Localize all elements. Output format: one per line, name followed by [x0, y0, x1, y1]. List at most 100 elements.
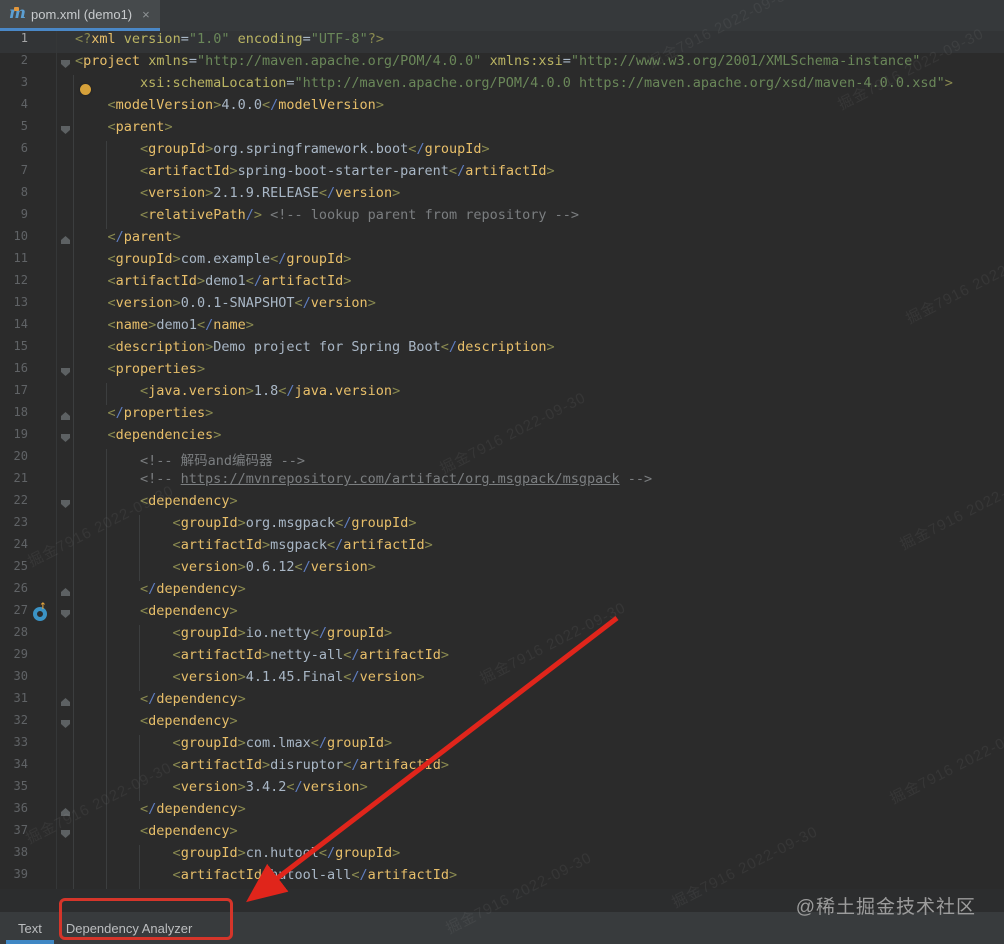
- line-number: 25: [13, 559, 28, 573]
- gutter-icon-space: [28, 823, 56, 845]
- code-line[interactable]: 13 <version>0.0.1-SNAPSHOT</version>: [0, 295, 1004, 317]
- line-number: 14: [13, 317, 28, 331]
- code-line[interactable]: 15 <description>Demo project for Spring …: [0, 339, 1004, 361]
- indent-guide: [139, 735, 140, 801]
- fold-collapse-icon[interactable]: [56, 361, 74, 383]
- line-number: 35: [13, 779, 28, 793]
- code-line[interactable]: 4 <modelVersion>4.0.0</modelVersion>: [0, 97, 1004, 119]
- line-number: 23: [13, 515, 28, 529]
- code-line[interactable]: 35 <version>3.4.2</version>: [0, 779, 1004, 801]
- code-text: <version>4.1.45.Final</version>: [172, 669, 425, 685]
- code-line[interactable]: 28 <groupId>io.netty</groupId>: [0, 625, 1004, 647]
- fold-expand-icon[interactable]: [56, 801, 74, 823]
- gutter-fold-space: [56, 669, 74, 691]
- code-line[interactable]: 1 <?xml version="1.0" encoding="UTF-8"?>: [0, 31, 1004, 53]
- code-text: <artifactId>demo1</artifactId>: [107, 273, 352, 289]
- fold-expand-icon[interactable]: [56, 405, 74, 427]
- fold-expand-icon[interactable]: [56, 229, 74, 251]
- line-number: 34: [13, 757, 28, 771]
- dependency-update-icon[interactable]: ↑: [28, 602, 56, 625]
- fold-collapse-icon[interactable]: [56, 823, 74, 845]
- fold-collapse-icon[interactable]: [56, 119, 74, 141]
- fold-expand-icon[interactable]: [56, 691, 74, 713]
- gutter-icon-space: [28, 867, 56, 889]
- bottom-tab-label: Text: [18, 920, 42, 936]
- line-number: 24: [13, 537, 28, 551]
- line-number: 18: [13, 405, 28, 419]
- gutter-icon-space: [28, 31, 56, 53]
- gutter-icon-space: [28, 845, 56, 867]
- code-text: <artifactId>netty-all</artifactId>: [172, 647, 449, 663]
- code-line[interactable]: 19 <dependencies>: [0, 427, 1004, 449]
- gutter-fold-space: [56, 295, 74, 317]
- fold-collapse-icon[interactable]: [56, 53, 74, 75]
- line-number: 19: [13, 427, 28, 441]
- code-line[interactable]: 3 xsi:schemaLocation="http://maven.apach…: [0, 75, 1004, 97]
- editor[interactable]: 1 <?xml version="1.0" encoding="UTF-8"?> 2…: [0, 31, 1004, 889]
- code-text: xsi:schemaLocation="http://maven.apache.…: [140, 75, 953, 91]
- code-line[interactable]: 25 <version>0.6.12</version>: [0, 559, 1004, 581]
- code-text: <groupId>org.msgpack</groupId>: [172, 515, 417, 531]
- code-line[interactable]: 30 <version>4.1.45.Final</version>: [0, 669, 1004, 691]
- code-line[interactable]: 17 <java.version>1.8</java.version>: [0, 383, 1004, 405]
- code-line[interactable]: 26 </dependency>: [0, 581, 1004, 603]
- code-line[interactable]: 6 <groupId>org.springframework.boot</gro…: [0, 141, 1004, 163]
- code-text: <properties>: [107, 361, 206, 377]
- code-text: <dependency>: [140, 493, 238, 509]
- code-line[interactable]: 36 </dependency>: [0, 801, 1004, 823]
- gutter-fold-space: [56, 735, 74, 757]
- code-line[interactable]: 14 <name>demo1</name>: [0, 317, 1004, 339]
- line-number: 26: [13, 581, 28, 595]
- code-line[interactable]: 27 ↑ <dependency>: [0, 602, 1004, 625]
- code-text: <version>0.6.12</version>: [172, 559, 376, 575]
- code-line[interactable]: 31 </dependency>: [0, 691, 1004, 713]
- gutter-icon-space: [28, 537, 56, 559]
- line-number: 21: [13, 471, 28, 485]
- code-line[interactable]: 34 <artifactId>disruptor</artifactId>: [0, 757, 1004, 779]
- editor-tab-pom[interactable]: m pom.xml (demo1) ×: [0, 0, 160, 31]
- fold-collapse-icon[interactable]: [56, 713, 74, 735]
- code-line[interactable]: 12 <artifactId>demo1</artifactId>: [0, 273, 1004, 295]
- bottom-tab-text[interactable]: Text: [6, 912, 54, 944]
- bottom-tab-dependency-analyzer[interactable]: Dependency Analyzer: [54, 912, 204, 944]
- code-line[interactable]: 5 <parent>: [0, 119, 1004, 141]
- intention-bulb-icon[interactable]: [80, 84, 91, 95]
- code-line[interactable]: 2 <project xmlns="http://maven.apache.org…: [0, 53, 1004, 75]
- code-text: <artifactId>hutool-all</artifactId>: [172, 867, 458, 883]
- code-text: <project xmlns="http://maven.apache.org/…: [75, 53, 921, 69]
- fold-collapse-icon[interactable]: [56, 427, 74, 449]
- code-line[interactable]: 7 <artifactId>spring-boot-starter-parent…: [0, 163, 1004, 185]
- code-line[interactable]: 23 <groupId>org.msgpack</groupId>: [0, 515, 1004, 537]
- close-icon[interactable]: ×: [142, 7, 150, 22]
- gutter-icon-space: [28, 449, 56, 471]
- code-line[interactable]: 11 <groupId>com.example</groupId>: [0, 251, 1004, 273]
- gutter-fold-space: [56, 75, 74, 97]
- gutter-fold-space: [56, 31, 74, 53]
- code-line[interactable]: 20 <!-- 解码and编码器 -->: [0, 449, 1004, 471]
- code-line[interactable]: 18 </properties>: [0, 405, 1004, 427]
- fold-collapse-icon[interactable]: [56, 493, 74, 515]
- code-line[interactable]: 9 <relativePath/> <!-- lookup parent fro…: [0, 207, 1004, 229]
- code-line[interactable]: 24 <artifactId>msgpack</artifactId>: [0, 537, 1004, 559]
- code-line[interactable]: 8 <version>2.1.9.RELEASE</version>: [0, 185, 1004, 207]
- code-line[interactable]: 39 <artifactId>hutool-all</artifactId>: [0, 867, 1004, 889]
- view-mode-bar: Text Dependency Analyzer: [0, 912, 1004, 944]
- code-line[interactable]: 22 <dependency>: [0, 493, 1004, 515]
- code-line[interactable]: 38 <groupId>cn.hutool</groupId>: [0, 845, 1004, 867]
- gutter-icon-space: [28, 735, 56, 757]
- line-number: 2: [20, 53, 28, 67]
- code-line[interactable]: 10 </parent>: [0, 229, 1004, 251]
- code-text: </dependency>: [140, 801, 246, 817]
- code-line[interactable]: 21 <!-- https://mvnrepository.com/artifa…: [0, 471, 1004, 493]
- gutter-icon-space: [28, 339, 56, 361]
- code-line[interactable]: 37 <dependency>: [0, 823, 1004, 845]
- fold-expand-icon[interactable]: [56, 581, 74, 603]
- gutter-icon-space: [28, 581, 56, 603]
- code-line[interactable]: 29 <artifactId>netty-all</artifactId>: [0, 647, 1004, 669]
- code-line[interactable]: 16 <properties>: [0, 361, 1004, 383]
- code-line[interactable]: 32 <dependency>: [0, 713, 1004, 735]
- fold-collapse-icon[interactable]: [56, 603, 74, 625]
- gutter-icon-space: [28, 779, 56, 801]
- code-line[interactable]: 33 <groupId>com.lmax</groupId>: [0, 735, 1004, 757]
- indent-guide: [106, 383, 107, 405]
